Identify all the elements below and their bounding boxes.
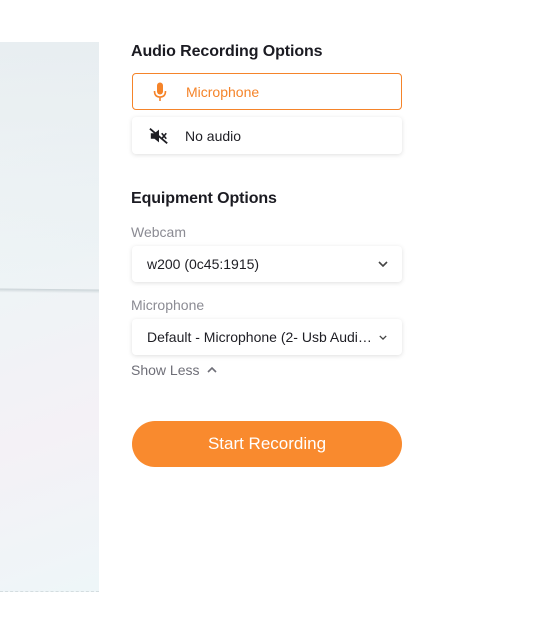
preview-shade [0,42,99,292]
microphone-label: Microphone [131,297,205,313]
show-less-label: Show Less [131,362,200,378]
microphone-icon [150,82,170,102]
recording-setup-page: Audio Recording Options Microphone No au… [0,0,554,618]
audio-option-microphone[interactable]: Microphone [132,73,402,110]
preview-surface-edge [0,288,99,294]
audio-option-label: No audio [185,127,242,144]
start-recording-button[interactable]: Start Recording [132,421,402,467]
webcam-label: Webcam [131,224,186,240]
show-less-toggle[interactable]: Show Less [131,362,218,378]
audio-option-label: Microphone [186,83,260,100]
equipment-options-title: Equipment Options [131,190,277,207]
preview-bottom-edge [0,590,99,592]
webcam-select[interactable]: w200 (0c45:1915) [132,246,402,282]
chevron-down-icon [376,330,390,344]
chevron-down-icon [376,257,390,271]
webcam-select-value: w200 (0c45:1915) [147,256,260,272]
audio-options-title: Audio Recording Options [131,43,323,60]
microphone-select-value: Default - Microphone (2- Usb Audio Devic… [147,329,372,345]
audio-option-no-audio[interactable]: No audio [132,117,402,154]
muted-speaker-icon [149,126,169,146]
microphone-select[interactable]: Default - Microphone (2- Usb Audio Devic… [132,319,402,355]
webcam-preview [0,42,99,592]
chevron-up-icon [207,367,218,373]
